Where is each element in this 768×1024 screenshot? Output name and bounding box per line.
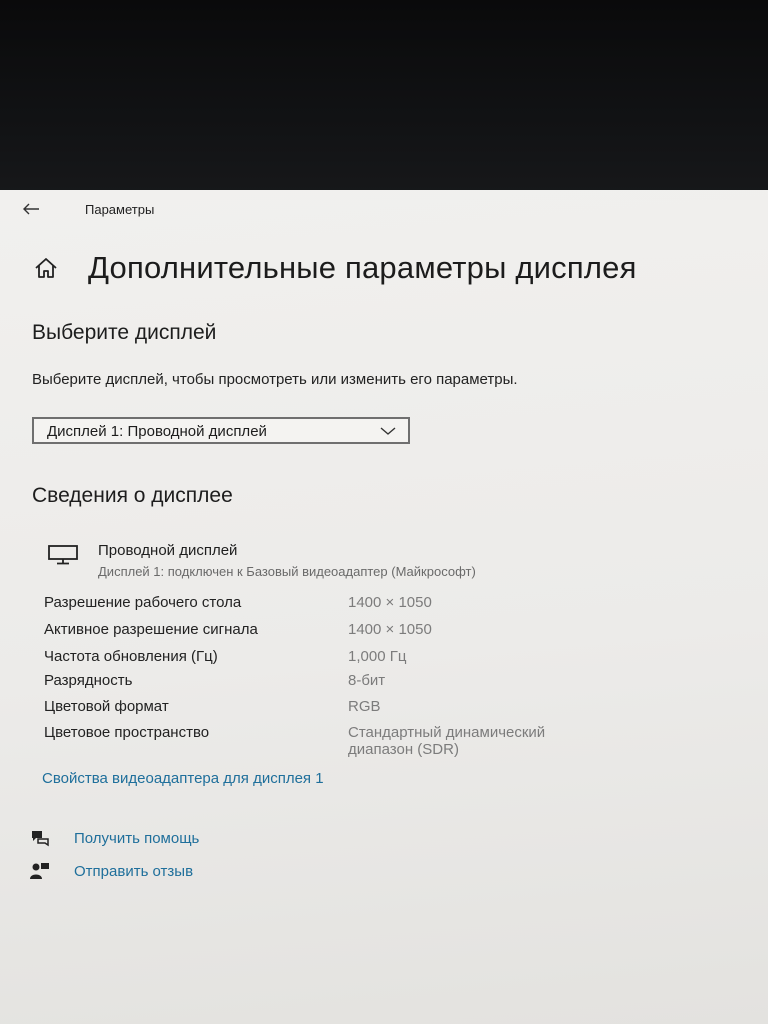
- send-feedback-link[interactable]: Отправить отзыв: [30, 861, 193, 881]
- info-label: Разрешение рабочего стола: [44, 594, 242, 611]
- select-display-description: Выберите дисплей, чтобы просмотреть или …: [32, 371, 518, 388]
- info-row-desktop-resolution: Разрешение рабочего стола 1400 × 1050: [44, 594, 644, 616]
- back-arrow-icon: [23, 203, 39, 215]
- settings-window: Параметры Дополнительные параметры диспл…: [0, 190, 768, 1024]
- info-label: Цветовое пространство: [44, 724, 210, 741]
- back-button[interactable]: [18, 198, 44, 220]
- title-bar: Параметры: [0, 190, 768, 230]
- window-title: Параметры: [85, 202, 155, 217]
- monitor-bezel: [0, 0, 768, 196]
- info-row-active-resolution: Активное разрешение сигнала 1400 × 1050: [44, 621, 644, 643]
- display-subtitle: Дисплей 1: подключен к Базовый видеоадап…: [98, 564, 476, 579]
- info-row-refresh-rate: Частота обновления (Гц) 1,000 Гц: [44, 648, 644, 670]
- display-name: Проводной дисплей: [98, 542, 238, 559]
- feedback-person-icon: [30, 861, 52, 881]
- info-row-color-format: Цветовой формат RGB: [44, 698, 644, 720]
- info-label: Частота обновления (Гц): [44, 648, 218, 665]
- info-value: 8-бит: [348, 672, 386, 689]
- info-label: Цветовой формат: [44, 698, 169, 715]
- info-value: 1400 × 1050: [348, 621, 432, 638]
- display-info-heading: Сведения о дисплее: [32, 484, 233, 507]
- info-row-bit-depth: Разрядность 8-бит: [44, 672, 644, 694]
- info-value: 1,000 Гц: [348, 648, 407, 665]
- help-chat-icon: [30, 828, 52, 848]
- info-value: 1400 × 1050: [348, 594, 432, 611]
- monitor-icon: [48, 545, 78, 565]
- info-value: RGB: [348, 698, 381, 715]
- info-value: Стандартный динамический диапазон (SDR): [348, 724, 546, 758]
- dropdown-selected-value: Дисплей 1: Проводной дисплей: [47, 423, 267, 440]
- adapter-properties-link[interactable]: Свойства видеоадаптера для дисплея 1: [42, 770, 324, 787]
- send-feedback-label: Отправить отзыв: [74, 862, 194, 880]
- info-label: Активное разрешение сигнала: [44, 621, 258, 638]
- get-help-label: Получить помощь: [74, 829, 200, 847]
- home-icon[interactable]: [32, 254, 60, 282]
- select-display-heading: Выберите дисплей: [32, 321, 217, 344]
- chevron-down-icon: [380, 427, 396, 435]
- page-header: Дополнительные параметры дисплея: [32, 250, 637, 286]
- page-title: Дополнительные параметры дисплея: [88, 250, 637, 285]
- info-label: Разрядность: [44, 672, 133, 689]
- info-row-color-space: Цветовое пространство Стандартный динами…: [44, 724, 644, 764]
- display-select-dropdown[interactable]: Дисплей 1: Проводной дисплей: [32, 417, 410, 444]
- get-help-link[interactable]: Получить помощь: [30, 828, 199, 848]
